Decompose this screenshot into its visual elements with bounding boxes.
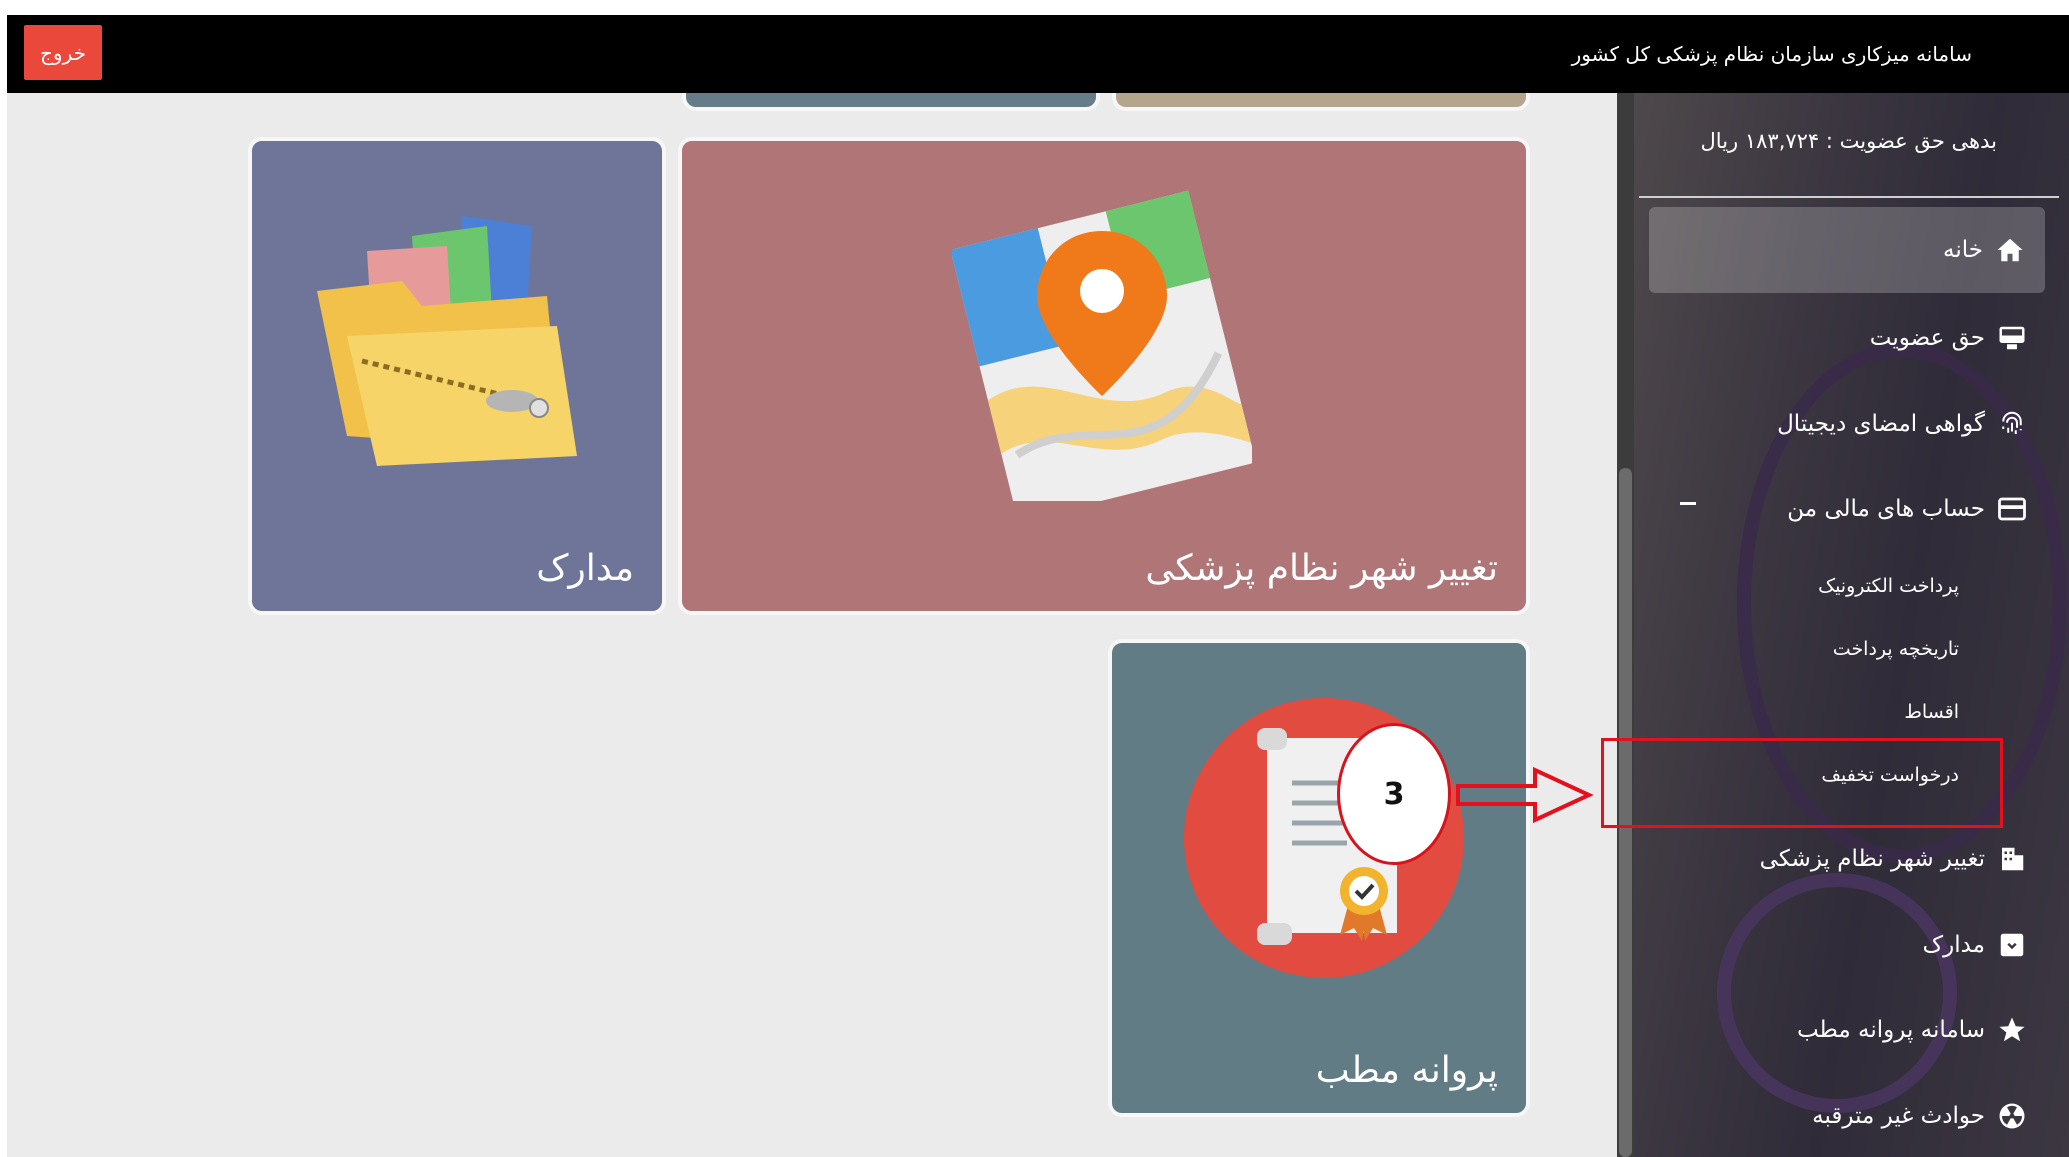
main-content: مدارک تغییر شهر نظام پزشکی پروانه مطب — [7, 93, 1617, 1157]
building-icon — [1995, 842, 2029, 876]
sidebar-scrollbar[interactable] — [1617, 93, 1634, 1157]
tile-partial-1[interactable] — [682, 93, 1100, 111]
sidebar-item-financial-accounts[interactable]: حساب های مالی من — [1787, 486, 2029, 532]
sidebar-item-label: خانه — [1943, 237, 1983, 263]
sidebar-item-clinic-license-system[interactable]: سامانه پروانه مطب — [1797, 1007, 2029, 1053]
collapse-icon[interactable] — [1680, 502, 1696, 505]
sidebar-item-digital-signature[interactable]: گواهی امضای دیجیتال — [1777, 401, 2029, 447]
home-icon — [1993, 233, 2027, 267]
sidebar-item-label: مدارک — [1922, 932, 1985, 958]
sidebar-item-label: تغییر شهر نظام پزشکی — [1759, 846, 1985, 872]
sidebar-item-label: گواهی امضای دیجیتال — [1777, 411, 1985, 437]
membership-debt: بدهی حق عضویت : ۱۸۳,۷۲۴ ریال — [1700, 129, 1997, 153]
star-icon — [1995, 1013, 2029, 1047]
sidebar-item-label: حق عضویت — [1869, 325, 1985, 351]
tile-clinic-license[interactable]: پروانه مطب — [1108, 639, 1530, 1117]
tile-documents[interactable]: مدارک — [248, 137, 666, 615]
card-icon — [1995, 492, 2029, 526]
top-bar: خروج سامانه میزکاری سازمان نظام پزشکی کل… — [7, 15, 2069, 93]
sidebar-item-label: حساب های مالی من — [1787, 496, 1985, 522]
sidebar-item-change-city[interactable]: تغییر شهر نظام پزشکی — [1760, 836, 2029, 882]
arrow-icon — [1456, 766, 1594, 824]
sidebar-item-emergencies[interactable]: حوادث غیر مترقبه — [1812, 1093, 2029, 1139]
tile-change-city-label: تغییر شهر نظام پزشکی — [1145, 548, 1498, 589]
folder-icon — [317, 216, 577, 466]
highlight-box — [1601, 738, 2003, 828]
app-title: سامانه میزکاری سازمان نظام پزشکی کل کشور — [1571, 42, 1972, 66]
step-number-badge: 3 — [1337, 723, 1451, 865]
archive-icon — [1995, 928, 2029, 962]
submenu-electronic-payment[interactable]: پرداخت الکترونیک — [1818, 575, 1959, 597]
sidebar-item-label: حوادث غیر مترقبه — [1812, 1103, 1985, 1129]
logout-button[interactable]: خروج — [24, 25, 102, 80]
tile-documents-label: مدارک — [536, 548, 634, 589]
sidebar-item-label: سامانه پروانه مطب — [1796, 1017, 1985, 1043]
sidebar-item-membership[interactable]: حق عضویت — [1870, 315, 2029, 361]
map-pin-icon — [952, 190, 1252, 501]
submenu-payment-history[interactable]: تاریخچه پرداخت — [1833, 638, 1959, 660]
sidebar-divider — [1639, 196, 2059, 198]
sidebar: بدهی حق عضویت : ۱۸۳,۷۲۴ ریال خانه حق عضو… — [1617, 93, 2069, 1157]
fingerprint-icon — [1995, 407, 2029, 441]
radiation-icon — [1995, 1099, 2029, 1133]
sidebar-item-documents[interactable]: مدارک — [1923, 922, 2029, 968]
decorative-stethoscope-bell — [1717, 873, 1957, 1113]
sidebar-item-home[interactable]: خانه — [1649, 207, 2045, 293]
tile-change-city[interactable]: تغییر شهر نظام پزشکی — [678, 137, 1530, 615]
submenu-installments[interactable]: اقساط — [1904, 701, 1959, 723]
tile-partial-2[interactable] — [1112, 93, 1530, 111]
monitor-icon — [1995, 321, 2029, 355]
tile-clinic-license-label: پروانه مطب — [1315, 1050, 1498, 1091]
